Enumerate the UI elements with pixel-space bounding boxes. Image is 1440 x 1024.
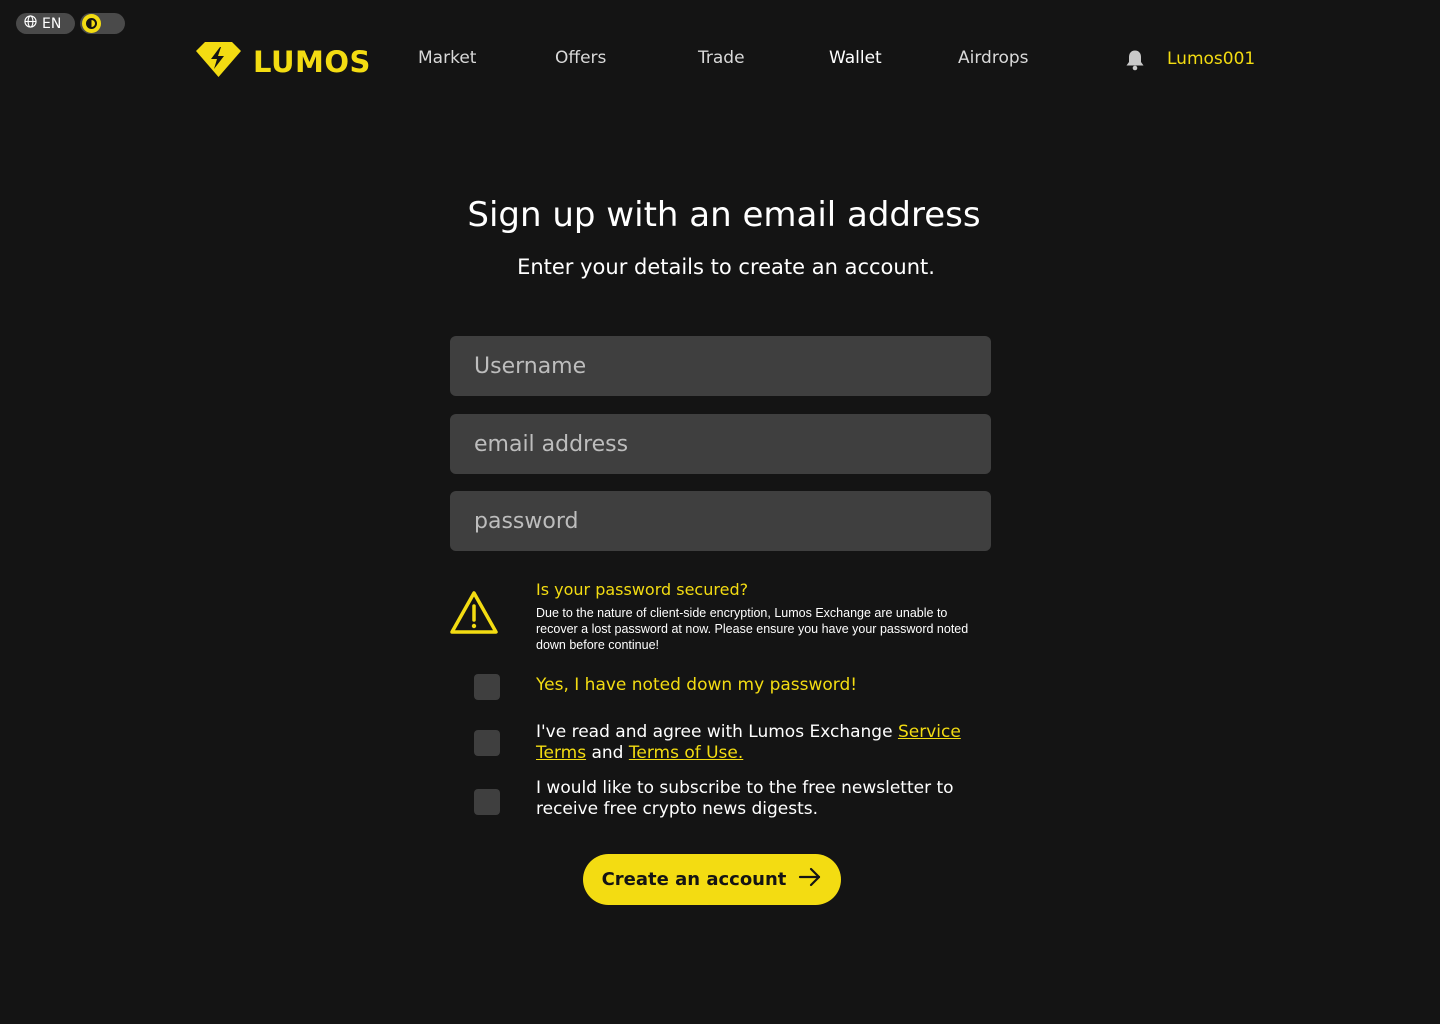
nav-trade[interactable]: Trade [698, 48, 745, 68]
noted-password-label: Yes, I have noted down my password! [536, 675, 858, 695]
nav-offers[interactable]: Offers [555, 48, 606, 68]
warning-text: Due to the nature of client-side encrypt… [536, 606, 969, 652]
terms-prefix: I've read and agree with Lumos Exchange [536, 722, 898, 742]
terms-checkbox[interactable] [474, 730, 500, 756]
newsletter-checkbox[interactable] [474, 789, 500, 815]
brand-logo[interactable]: LUMOS [196, 42, 371, 81]
create-account-button[interactable]: Create an account [583, 854, 841, 905]
warning-title: Is your password secured? [536, 580, 749, 599]
terms-label: I've read and agree with Lumos Exchange … [536, 722, 966, 764]
language-selector[interactable]: EN [16, 13, 75, 34]
terms-of-use-link[interactable]: Terms of Use. [629, 743, 743, 763]
user-account-name[interactable]: Lumos001 [1167, 49, 1255, 69]
warning-icon [449, 590, 499, 639]
lumos-logo-icon [196, 42, 241, 81]
bell-icon[interactable] [1125, 49, 1145, 75]
arrow-right-icon [798, 867, 822, 892]
terms-and: and [586, 743, 629, 763]
email-input[interactable] [450, 414, 991, 474]
newsletter-label: I would like to subscribe to the free ne… [536, 778, 954, 819]
noted-password-checkbox[interactable] [474, 674, 500, 700]
contrast-icon [82, 14, 101, 33]
page-subtitle: Enter your details to create an account. [517, 255, 935, 279]
nav-wallet[interactable]: Wallet [829, 48, 882, 68]
nav-market[interactable]: Market [418, 48, 476, 68]
theme-toggle[interactable] [80, 13, 125, 34]
globe-icon [24, 15, 37, 32]
nav-airdrops[interactable]: Airdrops [958, 48, 1029, 68]
brand-name: LUMOS [253, 44, 371, 79]
language-label: EN [42, 15, 62, 32]
username-input[interactable] [450, 336, 991, 396]
password-input[interactable] [450, 491, 991, 551]
page-title: Sign up with an email address [467, 195, 981, 235]
create-account-label: Create an account [601, 869, 787, 890]
